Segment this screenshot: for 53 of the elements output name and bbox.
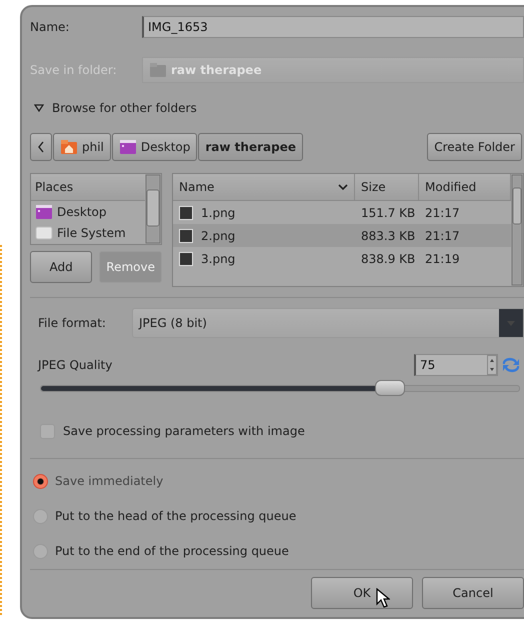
file-name: 2.png [201,228,236,244]
file-row[interactable]: 3.png 838.9 KB 21:19 [173,247,511,270]
reset-arrows-icon[interactable] [500,356,522,374]
home-folder-icon [60,139,78,155]
image-file-icon [179,206,193,220]
radio-label: Save immediately [55,473,164,490]
sort-chevron-icon [338,184,348,190]
file-format-dropdown[interactable]: JPEG (8 bit) [132,308,524,338]
path-button[interactable]: Desktop [112,133,198,161]
file-format-label: File format: [38,315,107,332]
file-modified: 21:19 [424,250,460,268]
image-file-icon [179,228,193,242]
drive-icon [35,224,53,240]
slider-thumb[interactable] [375,380,406,396]
file-size: 883.3 KB [360,228,416,244]
path-button[interactable]: raw therapee [198,133,303,161]
file-name: 1.png [201,204,236,222]
radio-label: Put to the head of the processing queue [55,508,296,525]
column-header[interactable]: Size [361,178,386,196]
file-size: 838.9 KB [360,250,416,268]
checkbox-label: Save processing parameters with image [63,423,305,440]
back-button[interactable] [30,133,52,161]
file-row[interactable]: 2.png 883.3 KB 21:17 [173,224,511,247]
file-modified: 21:17 [424,204,460,222]
file-size: 151.7 KB [360,204,416,222]
browse-folders-expander[interactable]: Browse for other folders [52,99,197,117]
radio-button[interactable] [33,474,48,488]
mouse-pointer-icon [376,588,390,608]
places-item[interactable]: Desktop [31,201,145,222]
radio-label: Put to the end of the processing queue [55,543,289,560]
desktop-folder-icon [35,204,53,220]
quality-spinbox[interactable]: 75 [414,354,498,376]
file-name: 3.png [201,250,236,268]
column-header[interactable]: Name [179,178,214,196]
image-file-icon [179,252,193,266]
chevron-left-icon [37,141,45,153]
name-label: Name: [30,19,70,36]
places-button[interactable]: Add [30,251,92,283]
desktop-folder-icon [118,139,137,155]
quality-slider[interactable] [40,380,520,396]
places-header: Places [31,174,145,201]
spin-arrows-icon [487,355,497,375]
name-field[interactable]: IMG_1653 [142,16,524,38]
file-row[interactable]: 1.png 151.7 KB 21:17 [173,201,511,224]
places-item[interactable]: File System [31,222,145,243]
folder-icon [149,62,167,78]
dialog-button[interactable]: Cancel [422,577,524,609]
path-button[interactable]: phil [53,133,111,161]
create-folder-button[interactable]: Create Folder [427,133,522,161]
jpeg-quality-label: JPEG Quality [38,357,112,374]
dialog-button[interactable]: OK [311,577,413,609]
file-modified: 21:17 [424,228,460,244]
column-header[interactable]: Modified [425,178,476,196]
